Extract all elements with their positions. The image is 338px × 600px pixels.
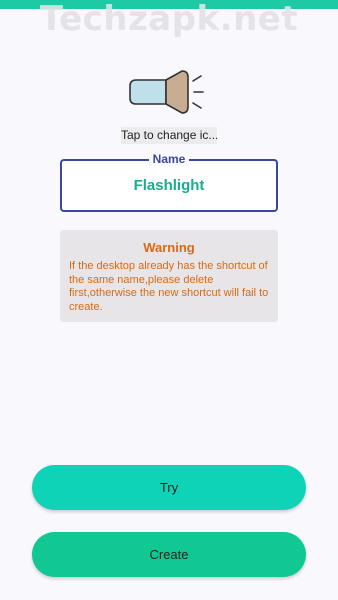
top-accent-bar: [0, 0, 338, 9]
change-icon-button[interactable]: Tap to change ic...: [121, 127, 217, 144]
flashlight-icon[interactable]: [126, 68, 210, 116]
try-button[interactable]: Try: [32, 465, 306, 510]
name-field-label: Name: [149, 152, 189, 166]
name-field[interactable]: Flashlight: [60, 159, 278, 212]
warning-panel: Warning If the desktop already has the s…: [60, 230, 278, 322]
warning-text: If the desktop already has the shortcut …: [69, 260, 269, 313]
name-input-value[interactable]: Flashlight: [62, 161, 276, 210]
create-button[interactable]: Create: [32, 532, 306, 577]
warning-title: Warning: [143, 240, 195, 255]
